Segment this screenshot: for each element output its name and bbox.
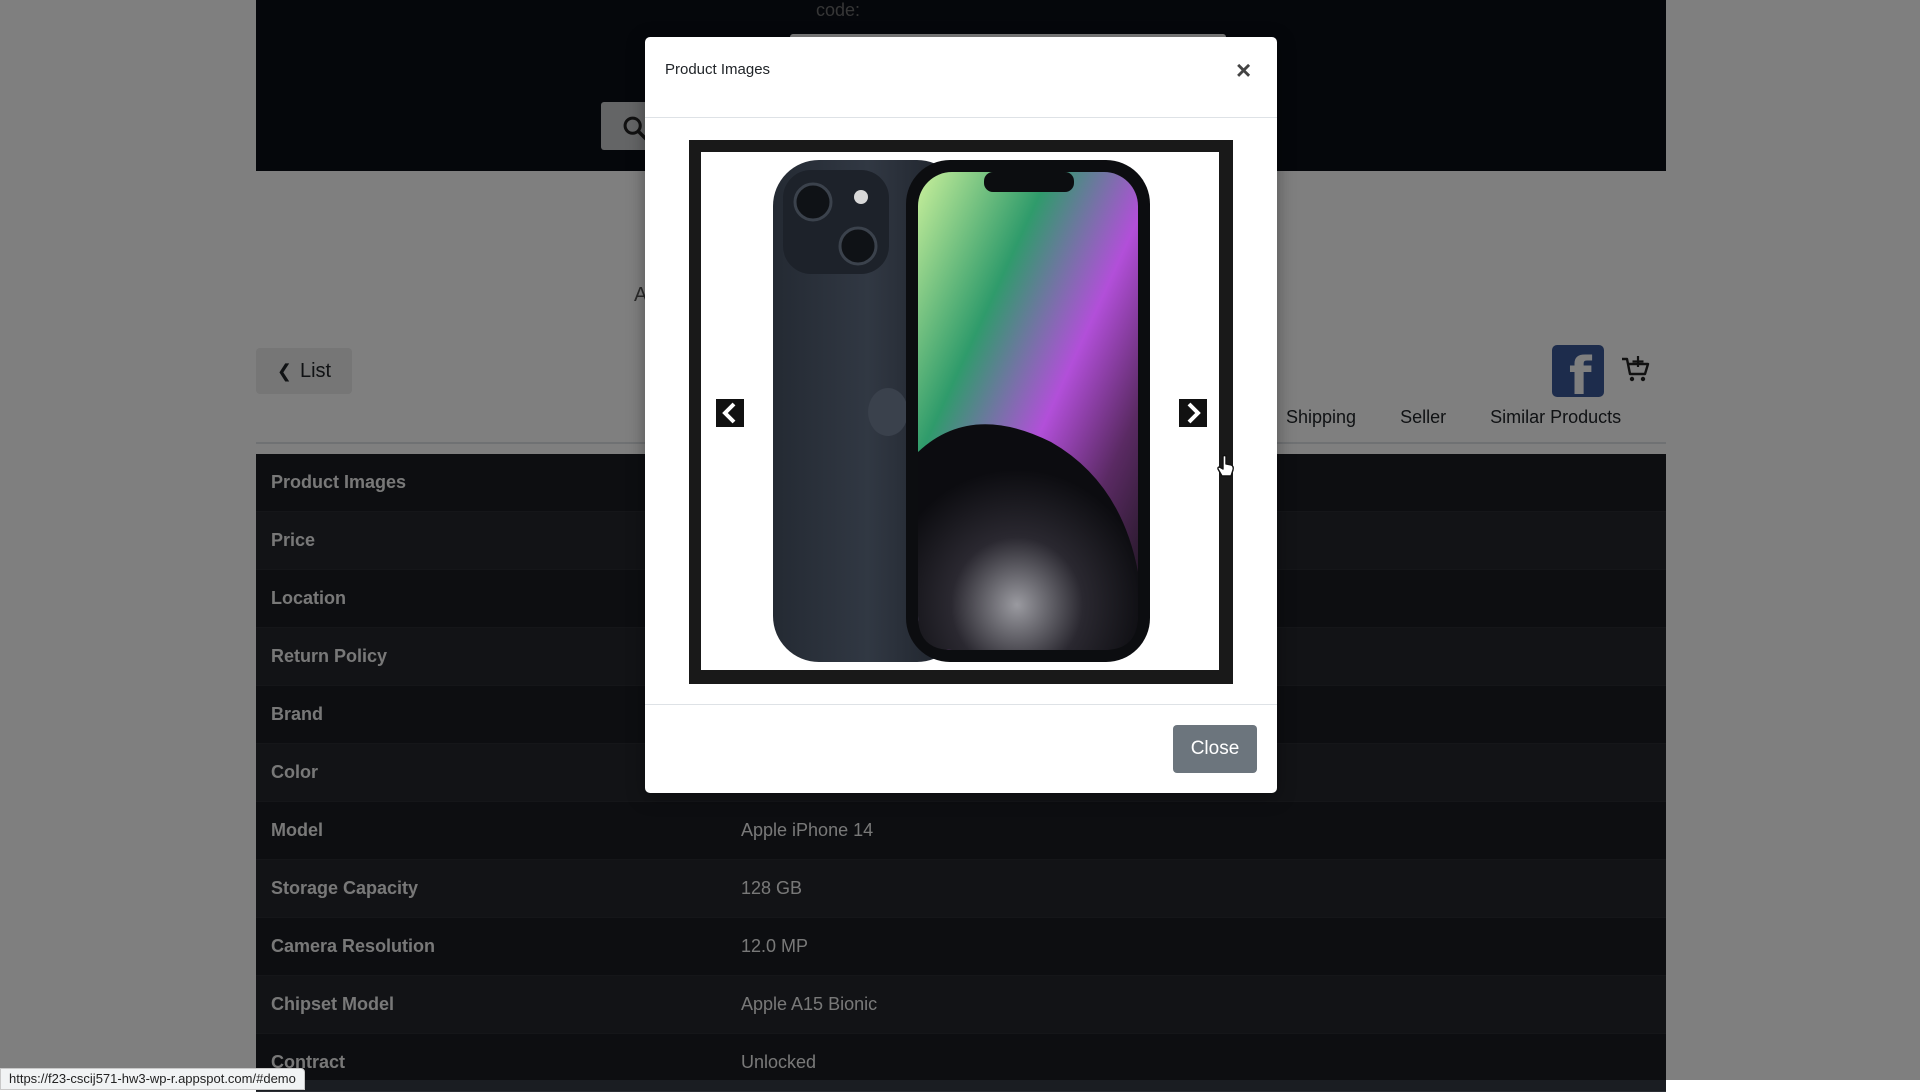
hand-pointer-icon: [1216, 454, 1236, 483]
product-images-modal: Product Images × Close: [645, 37, 1277, 793]
close-button[interactable]: Close: [1173, 725, 1257, 773]
modal-title: Product Images: [665, 61, 771, 78]
product-image: [701, 152, 1219, 670]
carousel-prev-button[interactable]: [716, 399, 744, 427]
product-image-carousel: [689, 140, 1233, 684]
chevron-right-icon: [1187, 402, 1201, 424]
modal-footer-divider: [645, 704, 1277, 705]
modal-header-divider: [645, 117, 1277, 118]
status-bar-url: https://f23-cscij571-hw3-wp-r.appspot.co…: [0, 1068, 305, 1090]
carousel-next-button[interactable]: [1179, 399, 1207, 427]
modal-close-x-button[interactable]: ×: [1236, 55, 1251, 86]
phone-image: [773, 160, 1150, 662]
chevron-left-icon: [722, 402, 736, 424]
